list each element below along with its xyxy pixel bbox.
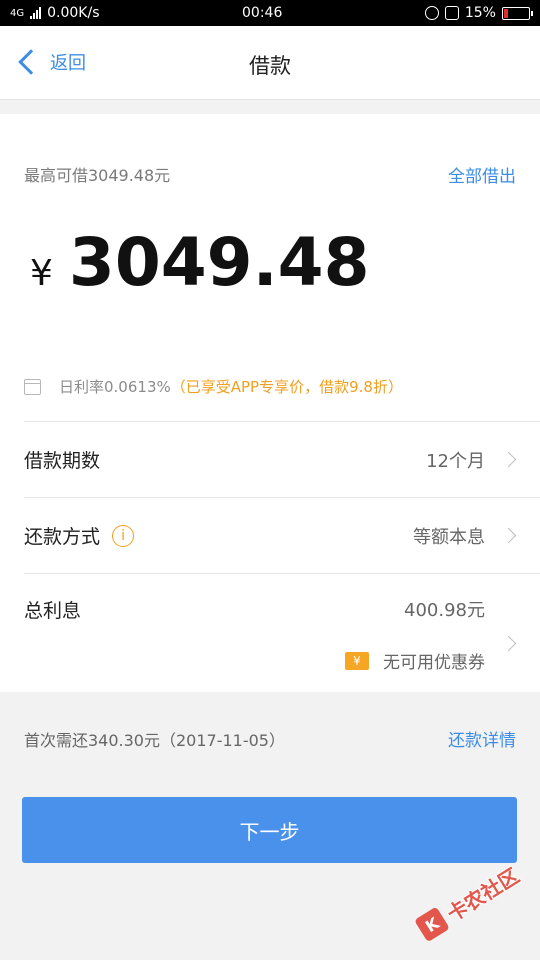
watermark-logo-icon: K <box>414 906 450 943</box>
status-right: 15% <box>424 5 533 21</box>
rate-row: 日利率0.0613% （已享受APP专享价，借款9.8折） <box>24 376 403 397</box>
loan-card: 最高可借3049.48元 全部借出 ¥ 日利率0.0613% （已享受APP专享… <box>0 114 540 692</box>
status-left: 4G 0.00K/s <box>10 5 100 21</box>
borrow-all-link[interactable]: 全部借出 <box>448 162 516 187</box>
loan-term-value: 12个月 <box>426 450 485 472</box>
coupon-icon: ¥ <box>345 651 369 670</box>
loan-amount-input[interactable] <box>68 224 469 301</box>
status-time: 00:46 <box>242 5 283 21</box>
mute-bell-icon <box>444 6 459 20</box>
daily-rate-text: 日利率0.0613% <box>59 378 171 396</box>
repayment-detail-link[interactable]: 还款详情 <box>448 726 516 751</box>
total-interest-value: 400.98元 <box>404 600 485 621</box>
chevron-right-icon <box>500 635 517 652</box>
repayment-method-value-wrap: 等额本息 <box>413 523 517 549</box>
first-repayment-text: 首次需还340.30元（2017-11-05） <box>24 730 285 750</box>
repayment-method-label: 还款方式 <box>24 526 101 548</box>
page-title: 借款 <box>249 54 291 78</box>
amount-row: ¥ <box>30 224 469 301</box>
loan-term-row[interactable]: 借款期数 12个月 <box>24 421 540 497</box>
chevron-right-icon <box>500 527 517 544</box>
status-bar: 4G 0.00K/s 00:46 15% <box>0 0 540 26</box>
info-icon[interactable]: i <box>112 524 135 547</box>
loan-term-label: 借款期数 <box>24 450 101 472</box>
calendar-icon <box>24 378 41 395</box>
signal-icon <box>30 7 42 19</box>
rate-promo-text: （已享受APP专享价，借款9.8折） <box>170 378 403 396</box>
repayment-method-row[interactable]: 还款方式 i 等额本息 <box>24 497 540 573</box>
repayment-method-label-wrap: 还款方式 i <box>24 522 135 549</box>
limit-row: 最高可借3049.48元 全部借出 <box>24 162 516 187</box>
headset-icon <box>424 6 439 20</box>
chevron-right-icon <box>500 451 517 468</box>
total-interest-right: 400.98元 ¥ 无可用优惠券 <box>345 596 517 673</box>
repay-row: 首次需还340.30元（2017-11-05） 还款详情 <box>24 726 516 752</box>
coupon-line: ¥ 无可用优惠券 <box>345 648 485 673</box>
next-step-button[interactable]: 下一步 <box>22 797 517 863</box>
network-speed: 0.00K/s <box>47 5 100 21</box>
repayment-method-value: 等额本息 <box>413 526 485 548</box>
battery-icon <box>501 6 533 20</box>
coupon-text: 无可用优惠券 <box>383 653 485 673</box>
interest-values: 400.98元 ¥ 无可用优惠券 <box>345 596 485 673</box>
watermark-text: 卡农社区 <box>442 863 524 926</box>
total-interest-row[interactable]: 总利息 400.98元 ¥ 无可用优惠券 <box>24 573 540 691</box>
battery-percent: 15% <box>464 5 496 21</box>
loan-term-value-wrap: 12个月 <box>426 447 517 473</box>
navigation-bar: 返回 借款 <box>0 26 540 100</box>
max-limit-text: 最高可借3049.48元 <box>24 166 171 185</box>
total-interest-label: 总利息 <box>24 600 82 622</box>
currency-symbol: ¥ <box>30 253 53 294</box>
network-type: 4G <box>10 7 25 19</box>
